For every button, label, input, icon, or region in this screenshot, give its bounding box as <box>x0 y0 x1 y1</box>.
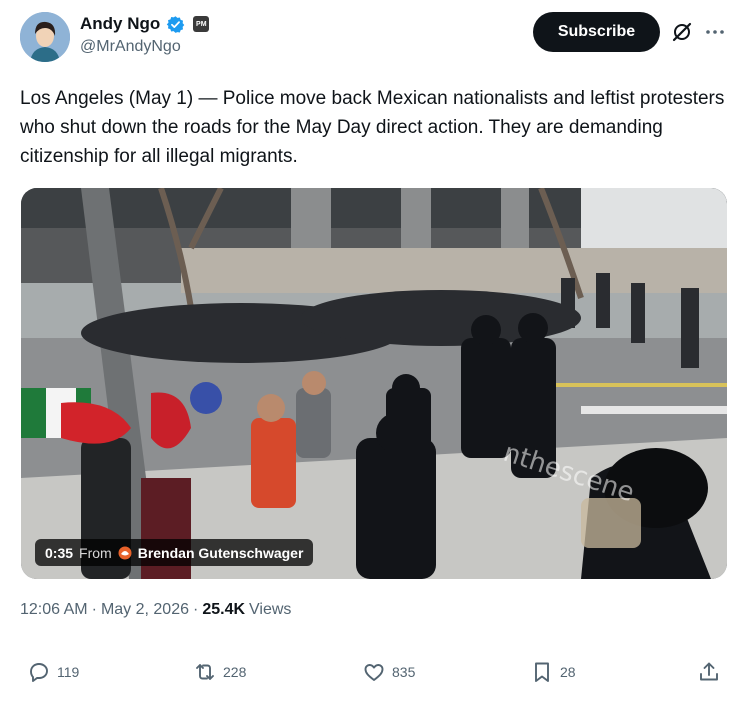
tweet-text: Los Angeles (May 1) — Police move back M… <box>20 88 725 167</box>
grok-icon[interactable] <box>670 20 694 44</box>
video-source-badge[interactable]: 0:35 From Brendan Gutenschwager <box>35 539 314 566</box>
tweet-video[interactable]: nthescene 0:35 From Brendan Gutenschwage… <box>21 188 727 579</box>
video-frame <box>21 188 727 579</box>
reply-button[interactable]: 119 <box>27 660 79 684</box>
video-from-label: From <box>79 544 112 561</box>
author-name[interactable]: Andy Ngo <box>80 13 160 35</box>
bookmark-count: 28 <box>560 664 576 680</box>
reply-icon <box>30 663 48 682</box>
meta-separator: · <box>193 601 199 618</box>
bookmark-button[interactable]: 28 <box>530 660 576 684</box>
heart-icon <box>364 664 384 681</box>
tweet-time[interactable]: 12:06 AM <box>20 601 88 619</box>
tweet-date[interactable]: May 2, 2026 <box>101 601 189 619</box>
like-count: 835 <box>392 664 416 680</box>
affiliate-badge-icon[interactable]: PM <box>193 16 210 32</box>
action-bar: 119 228 835 28 <box>0 660 742 692</box>
avatar-image <box>20 12 70 62</box>
avatar[interactable] <box>20 12 70 62</box>
views-label: Views <box>249 601 292 618</box>
meta-separator: · <box>91 601 97 618</box>
more-options-icon[interactable] <box>703 20 727 44</box>
bookmark-icon <box>535 662 549 682</box>
repost-button[interactable]: 228 <box>193 660 246 684</box>
like-button[interactable]: 835 <box>362 660 415 684</box>
share-button[interactable] <box>697 660 721 684</box>
repost-icon <box>196 664 214 680</box>
verified-badge-icon <box>167 15 185 33</box>
video-source-author[interactable]: Brendan Gutenschwager <box>138 545 304 561</box>
author-handle[interactable]: @MrAndyNgo <box>80 38 181 56</box>
video-duration: 0:35 <box>45 544 74 561</box>
share-icon <box>700 662 718 681</box>
repost-count: 228 <box>223 664 247 680</box>
subscribe-button[interactable]: Subscribe <box>533 12 660 52</box>
reply-count: 119 <box>57 664 80 680</box>
views-count: 25.4K <box>202 601 246 618</box>
tweet-meta: 12:06 AM · May 2, 2026 · 25.4K Views <box>20 601 291 619</box>
source-avatar-icon <box>118 546 132 559</box>
